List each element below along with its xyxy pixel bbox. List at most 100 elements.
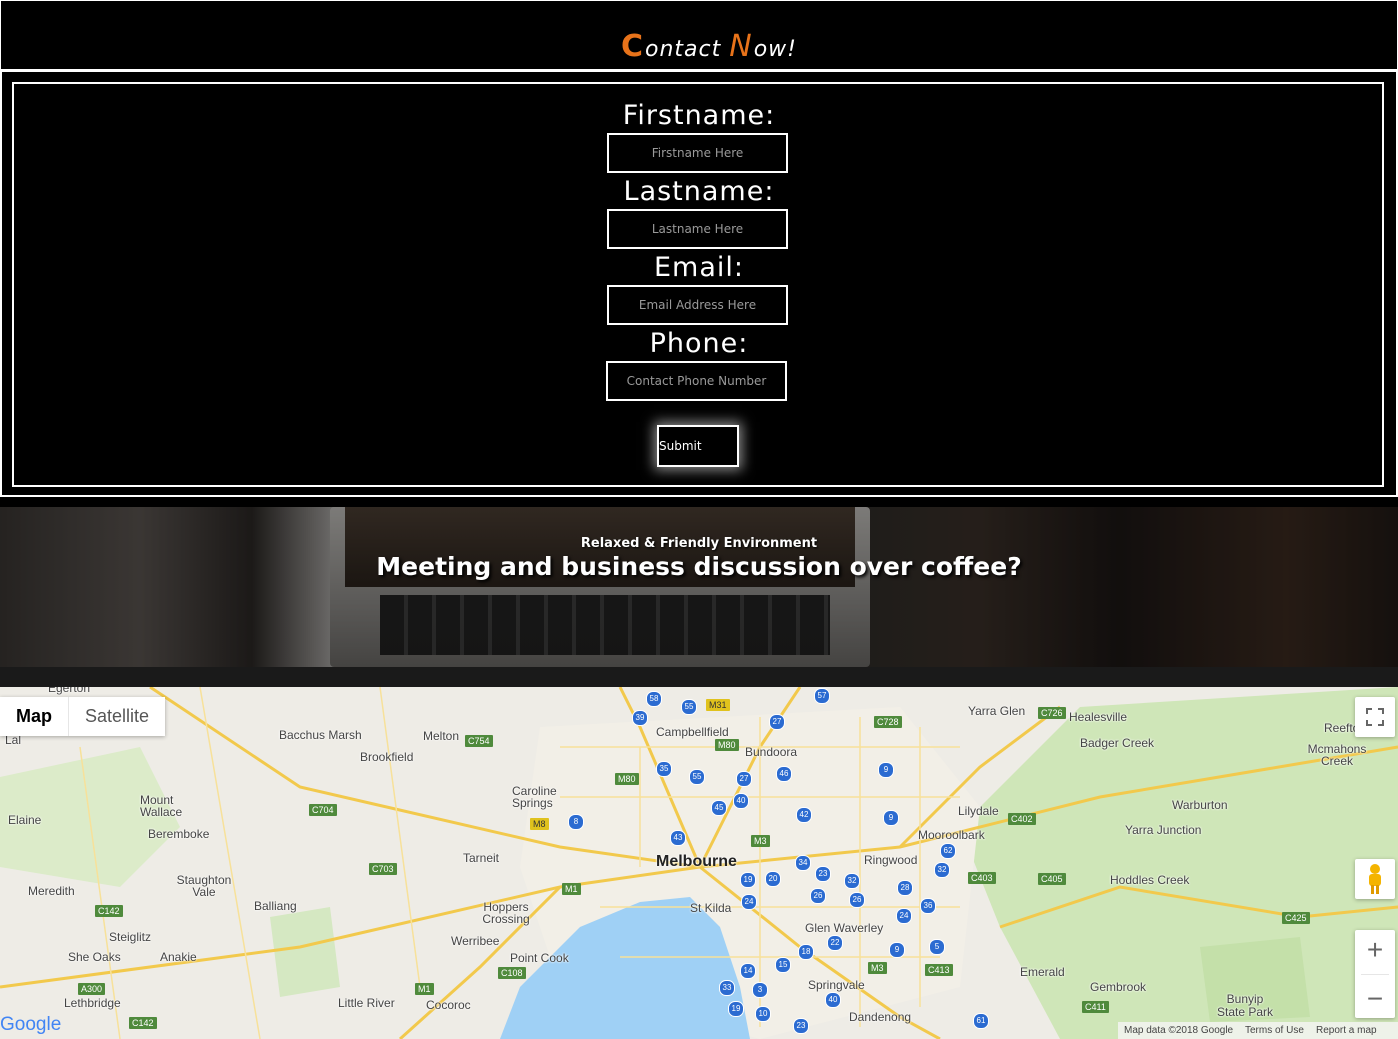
report-map-error-link[interactable]: Report a map error — [1310, 1022, 1398, 1039]
banner-subtitle: Relaxed & Friendly Environment — [580, 536, 818, 551]
route-marker-icon: 18 — [798, 944, 814, 960]
submit-button[interactable]: Submit — [657, 425, 739, 467]
route-marker-icon: 32 — [934, 862, 950, 878]
map-type-satellite-button[interactable]: Satellite — [69, 697, 165, 736]
map-label-place: Warburton — [1172, 798, 1228, 812]
route-marker-icon: 39 — [632, 710, 648, 726]
map-label-place: Steiglitz — [109, 930, 152, 944]
map-label-place: Hoddles Creek — [1110, 873, 1190, 887]
route-shield-icon: M80 — [615, 773, 639, 785]
route-marker-icon: 26 — [810, 888, 826, 904]
map-label-place: St Kilda — [690, 901, 732, 915]
logo-text-now: ow! — [753, 37, 797, 62]
email-input[interactable] — [607, 285, 788, 325]
pegman-icon — [1369, 864, 1381, 894]
google-map[interactable]: Melbourne Bacchus Marsh Melton Brookfiel… — [0, 687, 1398, 1039]
firstname-label: Firstname: — [622, 100, 776, 131]
route-shield-icon: C703 — [369, 863, 397, 875]
route-marker-icon: 19 — [740, 872, 756, 888]
route-shield-icon: C726 — [1038, 707, 1066, 719]
map-label-place: Glen Waverley — [805, 921, 884, 935]
map-label-place: Springvale — [808, 978, 865, 992]
route-marker-icon: 9 — [883, 810, 899, 826]
map-label-place: Mooroolbark — [918, 828, 985, 842]
map-label-place: Meredith — [28, 884, 75, 898]
route-shield-icon: C728 — [874, 716, 902, 728]
map-label-place: Melton — [423, 729, 460, 743]
route-marker-icon: 40 — [825, 992, 841, 1008]
map-label-place: Ringwood — [864, 853, 918, 867]
map-type-control: Map Satellite — [0, 697, 166, 736]
map-label-place: Bacchus Marsh — [279, 728, 362, 742]
zoom-divider — [1361, 973, 1389, 975]
banner-overlay — [0, 507, 1398, 667]
route-shield-icon: M3 — [868, 962, 887, 974]
route-marker-icon: 20 — [765, 871, 781, 887]
terms-of-use-link[interactable]: Terms of Use — [1239, 1022, 1310, 1039]
route-marker-icon: 55 — [689, 769, 705, 785]
route-shield-icon: C402 — [1008, 813, 1036, 825]
map-label-place: Cocoroc — [426, 998, 471, 1012]
logo-initial-n: N — [729, 29, 753, 64]
map-label-place: Yarra Junction — [1125, 823, 1202, 837]
route-shield-icon: C142 — [129, 1017, 157, 1029]
map-label-place: Lilydale — [958, 804, 999, 818]
street-view-pegman-button[interactable] — [1355, 859, 1395, 899]
route-shield-icon: C411 — [1082, 1001, 1109, 1013]
route-shield-icon: C403 — [968, 872, 996, 884]
map-label-place: Egerton — [48, 687, 91, 695]
map-label-place: Tarneit — [463, 851, 500, 865]
map-type-map-button[interactable]: Map — [0, 697, 69, 736]
map-label-place: Staughton Vale — [176, 873, 232, 899]
map-label-place: Werribee — [451, 934, 500, 948]
route-marker-icon: 55 — [681, 699, 697, 715]
route-marker-icon: 24 — [741, 894, 757, 910]
zoom-in-button[interactable]: + — [1367, 934, 1383, 965]
route-marker-icon: 32 — [844, 873, 860, 889]
map-label-place: Bundoora — [745, 745, 798, 759]
logo[interactable]: Contact Now! — [621, 29, 797, 64]
map-label-place: Bunyip State Park — [1216, 992, 1274, 1019]
phone-input[interactable] — [606, 361, 787, 401]
route-shield-icon: M31 — [706, 699, 730, 711]
route-marker-icon: 10 — [755, 1006, 771, 1022]
map-label-place: She Oaks — [68, 950, 121, 964]
map-label-place: Lethbridge — [64, 996, 121, 1010]
map-label-place: Elaine — [8, 813, 42, 827]
route-shield-icon: C405 — [1038, 873, 1066, 885]
contact-form-container: Firstname: Lastname: Email: Phone: Submi… — [0, 70, 1398, 497]
route-shield-icon: C704 — [309, 804, 337, 816]
map-label-place: Beremboke — [148, 827, 210, 841]
fullscreen-icon — [1366, 708, 1384, 726]
route-marker-icon: 43 — [670, 830, 686, 846]
route-shield-icon: M80 — [715, 739, 739, 751]
route-marker-icon: 27 — [769, 714, 785, 730]
route-shield-icon: C754 — [465, 735, 493, 747]
map-label-place: Dandenong — [849, 1010, 912, 1024]
fullscreen-button[interactable] — [1355, 697, 1395, 737]
map-label-place: Campbellfield — [656, 725, 729, 739]
route-marker-icon: 26 — [849, 892, 865, 908]
route-shield-icon: C108 — [498, 967, 526, 979]
route-marker-icon: 28 — [897, 880, 913, 896]
route-marker-icon: 35 — [656, 761, 672, 777]
map-label-place: Balliang — [254, 899, 297, 913]
map-label-place: Gembrook — [1090, 980, 1147, 994]
map-label-place: Yarra Glen — [968, 704, 1026, 718]
google-logo[interactable]: Google — [0, 1014, 61, 1036]
map-label-place: Healesville — [1069, 710, 1128, 724]
zoom-out-button[interactable]: − — [1367, 983, 1383, 1014]
map-label-place: Mcmahons Creek — [1307, 742, 1367, 768]
route-marker-icon: 42 — [796, 807, 812, 823]
route-marker-icon: 33 — [719, 980, 735, 996]
zoom-control: + − — [1355, 930, 1395, 1018]
route-marker-icon: 34 — [795, 855, 811, 871]
route-shield-icon: C413 — [925, 964, 953, 976]
route-shield-icon: M1 — [415, 983, 434, 995]
route-shield-icon: A300 — [78, 983, 106, 995]
google-logo-text: Google — [0, 1014, 62, 1035]
firstname-input[interactable] — [607, 133, 788, 173]
map-label-place: Emerald — [1020, 965, 1065, 979]
lastname-input[interactable] — [607, 209, 788, 249]
map-label-place: Little River — [338, 996, 395, 1010]
